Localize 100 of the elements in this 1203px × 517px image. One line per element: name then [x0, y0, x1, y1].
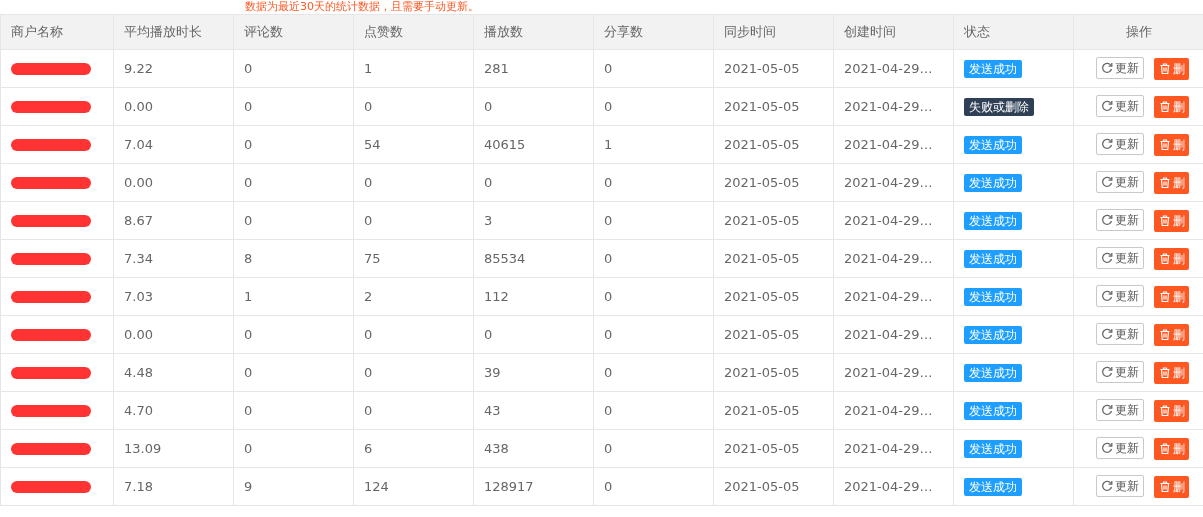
- update-button[interactable]: 更新: [1096, 399, 1144, 422]
- table-cell: 2021-05-05: [713, 163, 834, 202]
- trash-icon: [1160, 101, 1170, 113]
- trash-icon: [1160, 443, 1170, 455]
- table-cell: 7.18: [113, 467, 234, 506]
- refresh-icon: [1101, 62, 1113, 75]
- table-cell: 0: [353, 391, 474, 430]
- column-header: 同步时间: [713, 14, 834, 50]
- table-cell: 128917: [473, 467, 594, 506]
- table-cell: 54: [353, 125, 474, 164]
- table-cell: 4.48: [113, 353, 234, 392]
- table-cell: 0: [593, 239, 714, 278]
- table-cell: 39: [473, 353, 594, 392]
- table-cell: 0: [593, 429, 714, 468]
- refresh-icon: [1101, 328, 1113, 341]
- trash-icon: [1160, 139, 1170, 151]
- table-cell: 2021-04-29…: [833, 429, 954, 468]
- column-header: 创建时间: [833, 14, 954, 50]
- update-button[interactable]: 更新: [1096, 437, 1144, 460]
- table-cell: 0: [233, 125, 354, 164]
- table-cell: 2021-04-29…: [833, 315, 954, 354]
- column-header: 点赞数: [353, 14, 474, 50]
- column-header: 播放数: [473, 14, 594, 50]
- table-cell: 0: [593, 467, 714, 506]
- update-button[interactable]: 更新: [1096, 133, 1144, 156]
- table-cell: 0: [233, 87, 354, 126]
- table-cell: 8: [233, 239, 354, 278]
- refresh-icon: [1101, 404, 1113, 417]
- update-button[interactable]: 更新: [1096, 475, 1144, 498]
- table-cell: 2021-04-29…: [833, 391, 954, 430]
- table-cell: 0: [593, 277, 714, 316]
- table-cell: 2021-05-05: [713, 201, 834, 240]
- table-cell: 13.09: [113, 429, 234, 468]
- update-button[interactable]: 更新: [1096, 361, 1144, 384]
- table-cell: 2: [353, 277, 474, 316]
- table-cell: 8.67: [113, 201, 234, 240]
- table-cell: 75: [353, 239, 474, 278]
- table-cell: 6: [353, 429, 474, 468]
- table-cell: 2021-05-05: [713, 353, 834, 392]
- table-cell: 2021-05-05: [713, 239, 834, 278]
- trash-icon: [1160, 329, 1170, 341]
- table-cell: 124: [353, 467, 474, 506]
- update-button[interactable]: 更新: [1096, 209, 1144, 232]
- update-button[interactable]: 更新: [1096, 95, 1144, 118]
- trash-icon: [1160, 367, 1170, 379]
- table-cell: 2021-04-29…: [833, 201, 954, 240]
- table-cell: 2021-05-05: [713, 277, 834, 316]
- table-cell: 281: [473, 49, 594, 88]
- trash-icon: [1160, 177, 1170, 189]
- table-cell: 0: [233, 201, 354, 240]
- refresh-icon: [1101, 366, 1113, 379]
- update-button[interactable]: 更新: [1096, 247, 1144, 270]
- table-cell: 2021-05-05: [713, 467, 834, 506]
- table-cell: 0: [473, 87, 594, 126]
- table-cell: 3: [473, 201, 594, 240]
- update-button[interactable]: 更新: [1096, 323, 1144, 346]
- update-button[interactable]: 更新: [1096, 57, 1144, 80]
- update-button[interactable]: 更新: [1096, 285, 1144, 308]
- table-cell: 0: [593, 353, 714, 392]
- table-cell: 7.34: [113, 239, 234, 278]
- table-cell: 2021-04-29…: [833, 125, 954, 164]
- table-cell: 2021-04-29…: [833, 49, 954, 88]
- status-tag: 发送成功: [964, 439, 1022, 458]
- table-cell: 0: [233, 315, 354, 354]
- table-cell: 0: [593, 201, 714, 240]
- refresh-icon: [1101, 100, 1113, 113]
- table-cell: 0: [593, 49, 714, 88]
- table-cell: 112: [473, 277, 594, 316]
- table-cell: 0: [593, 391, 714, 430]
- table-cell: 0: [353, 163, 474, 202]
- column-header: 状态: [953, 14, 1074, 50]
- table-cell: 40615: [473, 125, 594, 164]
- table-cell: 0: [353, 315, 474, 354]
- table-cell: 85534: [473, 239, 594, 278]
- table-cell: 2021-05-05: [713, 391, 834, 430]
- table-cell: 0: [233, 353, 354, 392]
- trash-icon: [1160, 215, 1170, 227]
- table-cell: 0.00: [113, 315, 234, 354]
- table-cell: 1: [593, 125, 714, 164]
- table-cell: 0: [353, 353, 474, 392]
- table-cell: 0: [593, 163, 714, 202]
- column-header: 平均播放时长: [113, 14, 234, 50]
- table-cell: 2021-04-29…: [833, 277, 954, 316]
- table-cell: 0: [233, 391, 354, 430]
- status-tag: 发送成功: [964, 249, 1022, 268]
- column-header: 评论数: [233, 14, 354, 50]
- table-cell: 2021-04-29…: [833, 467, 954, 506]
- trash-icon: [1160, 63, 1170, 75]
- refresh-icon: [1101, 138, 1113, 151]
- update-button[interactable]: 更新: [1096, 171, 1144, 194]
- table-cell: 0: [233, 429, 354, 468]
- trash-icon: [1160, 253, 1170, 265]
- status-tag: 发送成功: [964, 173, 1022, 192]
- status-tag: 发送成功: [964, 211, 1022, 230]
- status-tag: 发送成功: [964, 135, 1022, 154]
- refresh-icon: [1101, 214, 1113, 227]
- refresh-icon: [1101, 442, 1113, 455]
- table-cell: 0: [233, 163, 354, 202]
- trash-icon: [1160, 481, 1170, 493]
- refresh-icon: [1101, 480, 1113, 493]
